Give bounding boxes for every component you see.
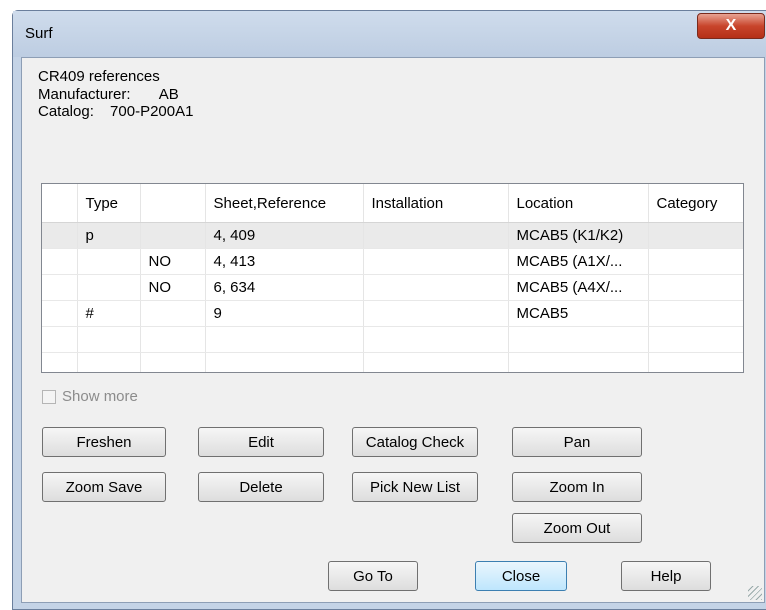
- go-to-button[interactable]: Go To: [328, 561, 418, 591]
- close-button[interactable]: Close: [475, 561, 567, 591]
- table-cell: [363, 300, 509, 327]
- zoom-save-label: Zoom Save: [65, 478, 143, 496]
- window-title: Surf: [25, 25, 53, 42]
- close-window-button[interactable]: X: [697, 13, 765, 39]
- table-row[interactable]: # 9 MCAB5: [42, 300, 743, 327]
- table-cell: [42, 300, 78, 327]
- table-cell: [648, 248, 743, 275]
- table-header: Type Sheet,Reference Installation Locati…: [42, 184, 743, 223]
- column-header-installation[interactable]: Installation: [363, 184, 509, 223]
- table-cell: MCAB5 (K1/K2): [508, 222, 649, 249]
- manufacturer-value: AB: [158, 86, 179, 103]
- table-row[interactable]: NO 6, 634 MCAB5 (A4X/...: [42, 274, 743, 301]
- table-row[interactable]: NO 4, 413 MCAB5 (A1X/...: [42, 248, 743, 275]
- freshen-button[interactable]: Freshen: [42, 427, 166, 457]
- show-more-label: Show more: [62, 388, 138, 405]
- column-header-type[interactable]: Type: [77, 184, 141, 223]
- table-cell: [42, 352, 78, 372]
- go-to-label: Go To: [353, 567, 393, 585]
- resize-grip-icon[interactable]: [748, 586, 762, 600]
- table-cell: [77, 352, 141, 372]
- table-cell: [77, 248, 141, 275]
- delete-button[interactable]: Delete: [198, 472, 324, 502]
- zoom-in-button[interactable]: Zoom In: [512, 472, 642, 502]
- table-cell: 4, 413: [205, 248, 364, 275]
- help-button[interactable]: Help: [621, 561, 711, 591]
- table-cell: [648, 274, 743, 301]
- table-cell: [363, 248, 509, 275]
- catalog-value: 700-P200A1: [110, 103, 194, 120]
- table-cell: p: [77, 222, 141, 249]
- table-cell: 4, 409: [205, 222, 364, 249]
- zoom-in-label: Zoom In: [549, 478, 605, 496]
- column-header-category[interactable]: Category: [648, 184, 743, 223]
- table-cell: [648, 222, 743, 249]
- catalog-label: Catalog:: [38, 103, 94, 120]
- table-cell: [363, 326, 509, 353]
- pick-new-list-button[interactable]: Pick New List: [352, 472, 478, 502]
- table-cell: 6, 634: [205, 274, 364, 301]
- table-cell: [140, 326, 206, 353]
- table-cell: 9: [205, 300, 364, 327]
- zoom-out-button[interactable]: Zoom Out: [512, 513, 642, 543]
- table-cell: [140, 352, 206, 372]
- freshen-label: Freshen: [76, 433, 132, 451]
- table-cell: [648, 326, 743, 353]
- edit-button[interactable]: Edit: [198, 427, 324, 457]
- table-cell: [508, 326, 649, 353]
- pan-label: Pan: [563, 433, 591, 451]
- table-cell: [42, 248, 78, 275]
- catalog-check-label: Catalog Check: [365, 433, 465, 451]
- pick-new-list-label: Pick New List: [369, 478, 461, 496]
- surf-dialog: Surf X CR409 references Manufacturer: AB…: [12, 10, 766, 610]
- table-cell: [508, 352, 649, 372]
- catalog-row: Catalog: 700-P200A1: [38, 103, 193, 121]
- column-header[interactable]: [140, 184, 206, 223]
- table-cell: [77, 274, 141, 301]
- table-cell: MCAB5: [508, 300, 649, 327]
- catalog-check-button[interactable]: Catalog Check: [352, 427, 478, 457]
- table-cell: [77, 326, 141, 353]
- references-heading: CR409 references: [38, 68, 160, 85]
- pan-button[interactable]: Pan: [512, 427, 642, 457]
- table-cell: [363, 222, 509, 249]
- show-more-row: Show more: [42, 388, 138, 405]
- manufacturer-row: Manufacturer: AB: [38, 86, 179, 104]
- show-more-checkbox[interactable]: [42, 389, 56, 404]
- zoom-save-button[interactable]: Zoom Save: [42, 472, 166, 502]
- table-cell: [140, 300, 206, 327]
- dialog-client-area: CR409 references Manufacturer: AB Catalo…: [21, 57, 765, 603]
- table-row[interactable]: [42, 352, 743, 372]
- table-row[interactable]: p 4, 409 MCAB5 (K1/K2): [42, 222, 743, 249]
- manufacturer-label: Manufacturer:: [38, 86, 131, 103]
- table-cell: [205, 352, 364, 372]
- column-header[interactable]: [42, 184, 78, 223]
- delete-label: Delete: [239, 478, 283, 496]
- table-cell: [648, 352, 743, 372]
- table-cell: NO: [140, 274, 206, 301]
- edit-label: Edit: [248, 433, 274, 451]
- references-table[interactable]: Type Sheet,Reference Installation Locati…: [41, 183, 744, 373]
- column-header-sheet-reference[interactable]: Sheet,Reference: [205, 184, 364, 223]
- column-header-location[interactable]: Location: [508, 184, 649, 223]
- table-cell: #: [77, 300, 141, 327]
- table-cell: [363, 274, 509, 301]
- table-cell: [42, 274, 78, 301]
- table-cell: [140, 222, 206, 249]
- help-label: Help: [650, 567, 682, 585]
- table-row[interactable]: [42, 326, 743, 353]
- zoom-out-label: Zoom Out: [543, 519, 611, 537]
- title-bar[interactable]: Surf X: [13, 11, 766, 57]
- table-cell: MCAB5 (A1X/...: [508, 248, 649, 275]
- close-label: Close: [501, 567, 541, 585]
- table-cell: [42, 222, 78, 249]
- table-cell: [42, 326, 78, 353]
- table-cell: [363, 352, 509, 372]
- table-cell: [205, 326, 364, 353]
- table-cell: NO: [140, 248, 206, 275]
- table-cell: MCAB5 (A4X/...: [508, 274, 649, 301]
- close-icon: X: [725, 17, 737, 34]
- table-cell: [648, 300, 743, 327]
